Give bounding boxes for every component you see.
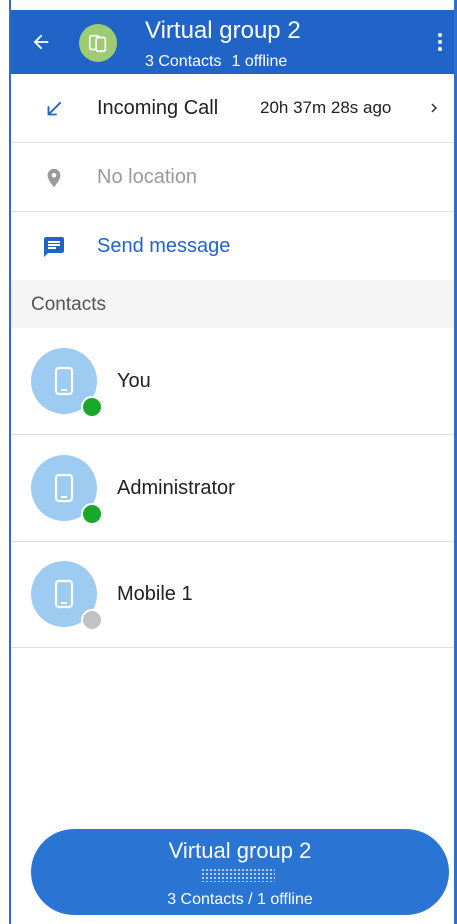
more-vert-dot [438,47,442,51]
bottom-bar-summary: 3 Contacts / 1 offline [167,891,313,908]
more-vert-dot [438,40,442,44]
send-message-label: Send message [97,235,231,257]
group-title: Virtual group 2 [145,17,301,44]
phone-icon [54,473,74,503]
contact-name: Mobile 1 [117,583,193,605]
incoming-call-row[interactable]: Incoming Call 20h 37m 28s ago [11,74,454,143]
contacts-section-header: Contacts [11,280,454,328]
chevron-right-icon[interactable] [424,98,444,118]
offline-status-dot [81,609,103,631]
bottom-bar-title: Virtual group 2 [168,838,312,863]
group-subtitle: 3 Contacts 1 offline [145,52,297,72]
online-status-dot [81,503,103,525]
app-bar: Virtual group 2 3 Contacts 1 offline [11,10,454,74]
contact-row[interactable]: You [11,328,454,435]
send-message-row[interactable]: Send message [11,212,454,280]
group-bottom-sheet-handle[interactable]: Virtual group 2 3 Contacts / 1 offline [31,829,449,915]
message-icon [41,234,67,260]
arrow-left-icon [33,34,49,50]
incoming-call-icon [41,96,67,122]
contact-row[interactable]: Mobile 1 [11,541,454,648]
location-pin-icon [41,165,67,191]
drag-grip-icon[interactable] [201,868,275,882]
contact-row[interactable]: Administrator [11,435,454,542]
location-label: No location [97,166,198,188]
group-avatar[interactable] [79,24,117,62]
more-vert-icon [438,33,442,37]
location-row[interactable]: No location [11,143,454,212]
offline-count: 1 offline [231,53,288,70]
contact-name: You [117,370,151,392]
more-options-button[interactable] [430,26,450,58]
contact-name: Administrator [117,477,235,499]
phones-icon [88,34,107,53]
incoming-call-label: Incoming Call [97,97,219,119]
call-time-ago: 20h 37m 28s ago [260,98,392,117]
phone-icon [54,579,74,609]
contacts-count: 3 Contacts [145,53,222,70]
online-status-dot [81,396,103,418]
phone-icon [54,366,74,396]
back-button[interactable] [23,24,59,60]
contacts-section-title: Contacts [31,294,106,315]
